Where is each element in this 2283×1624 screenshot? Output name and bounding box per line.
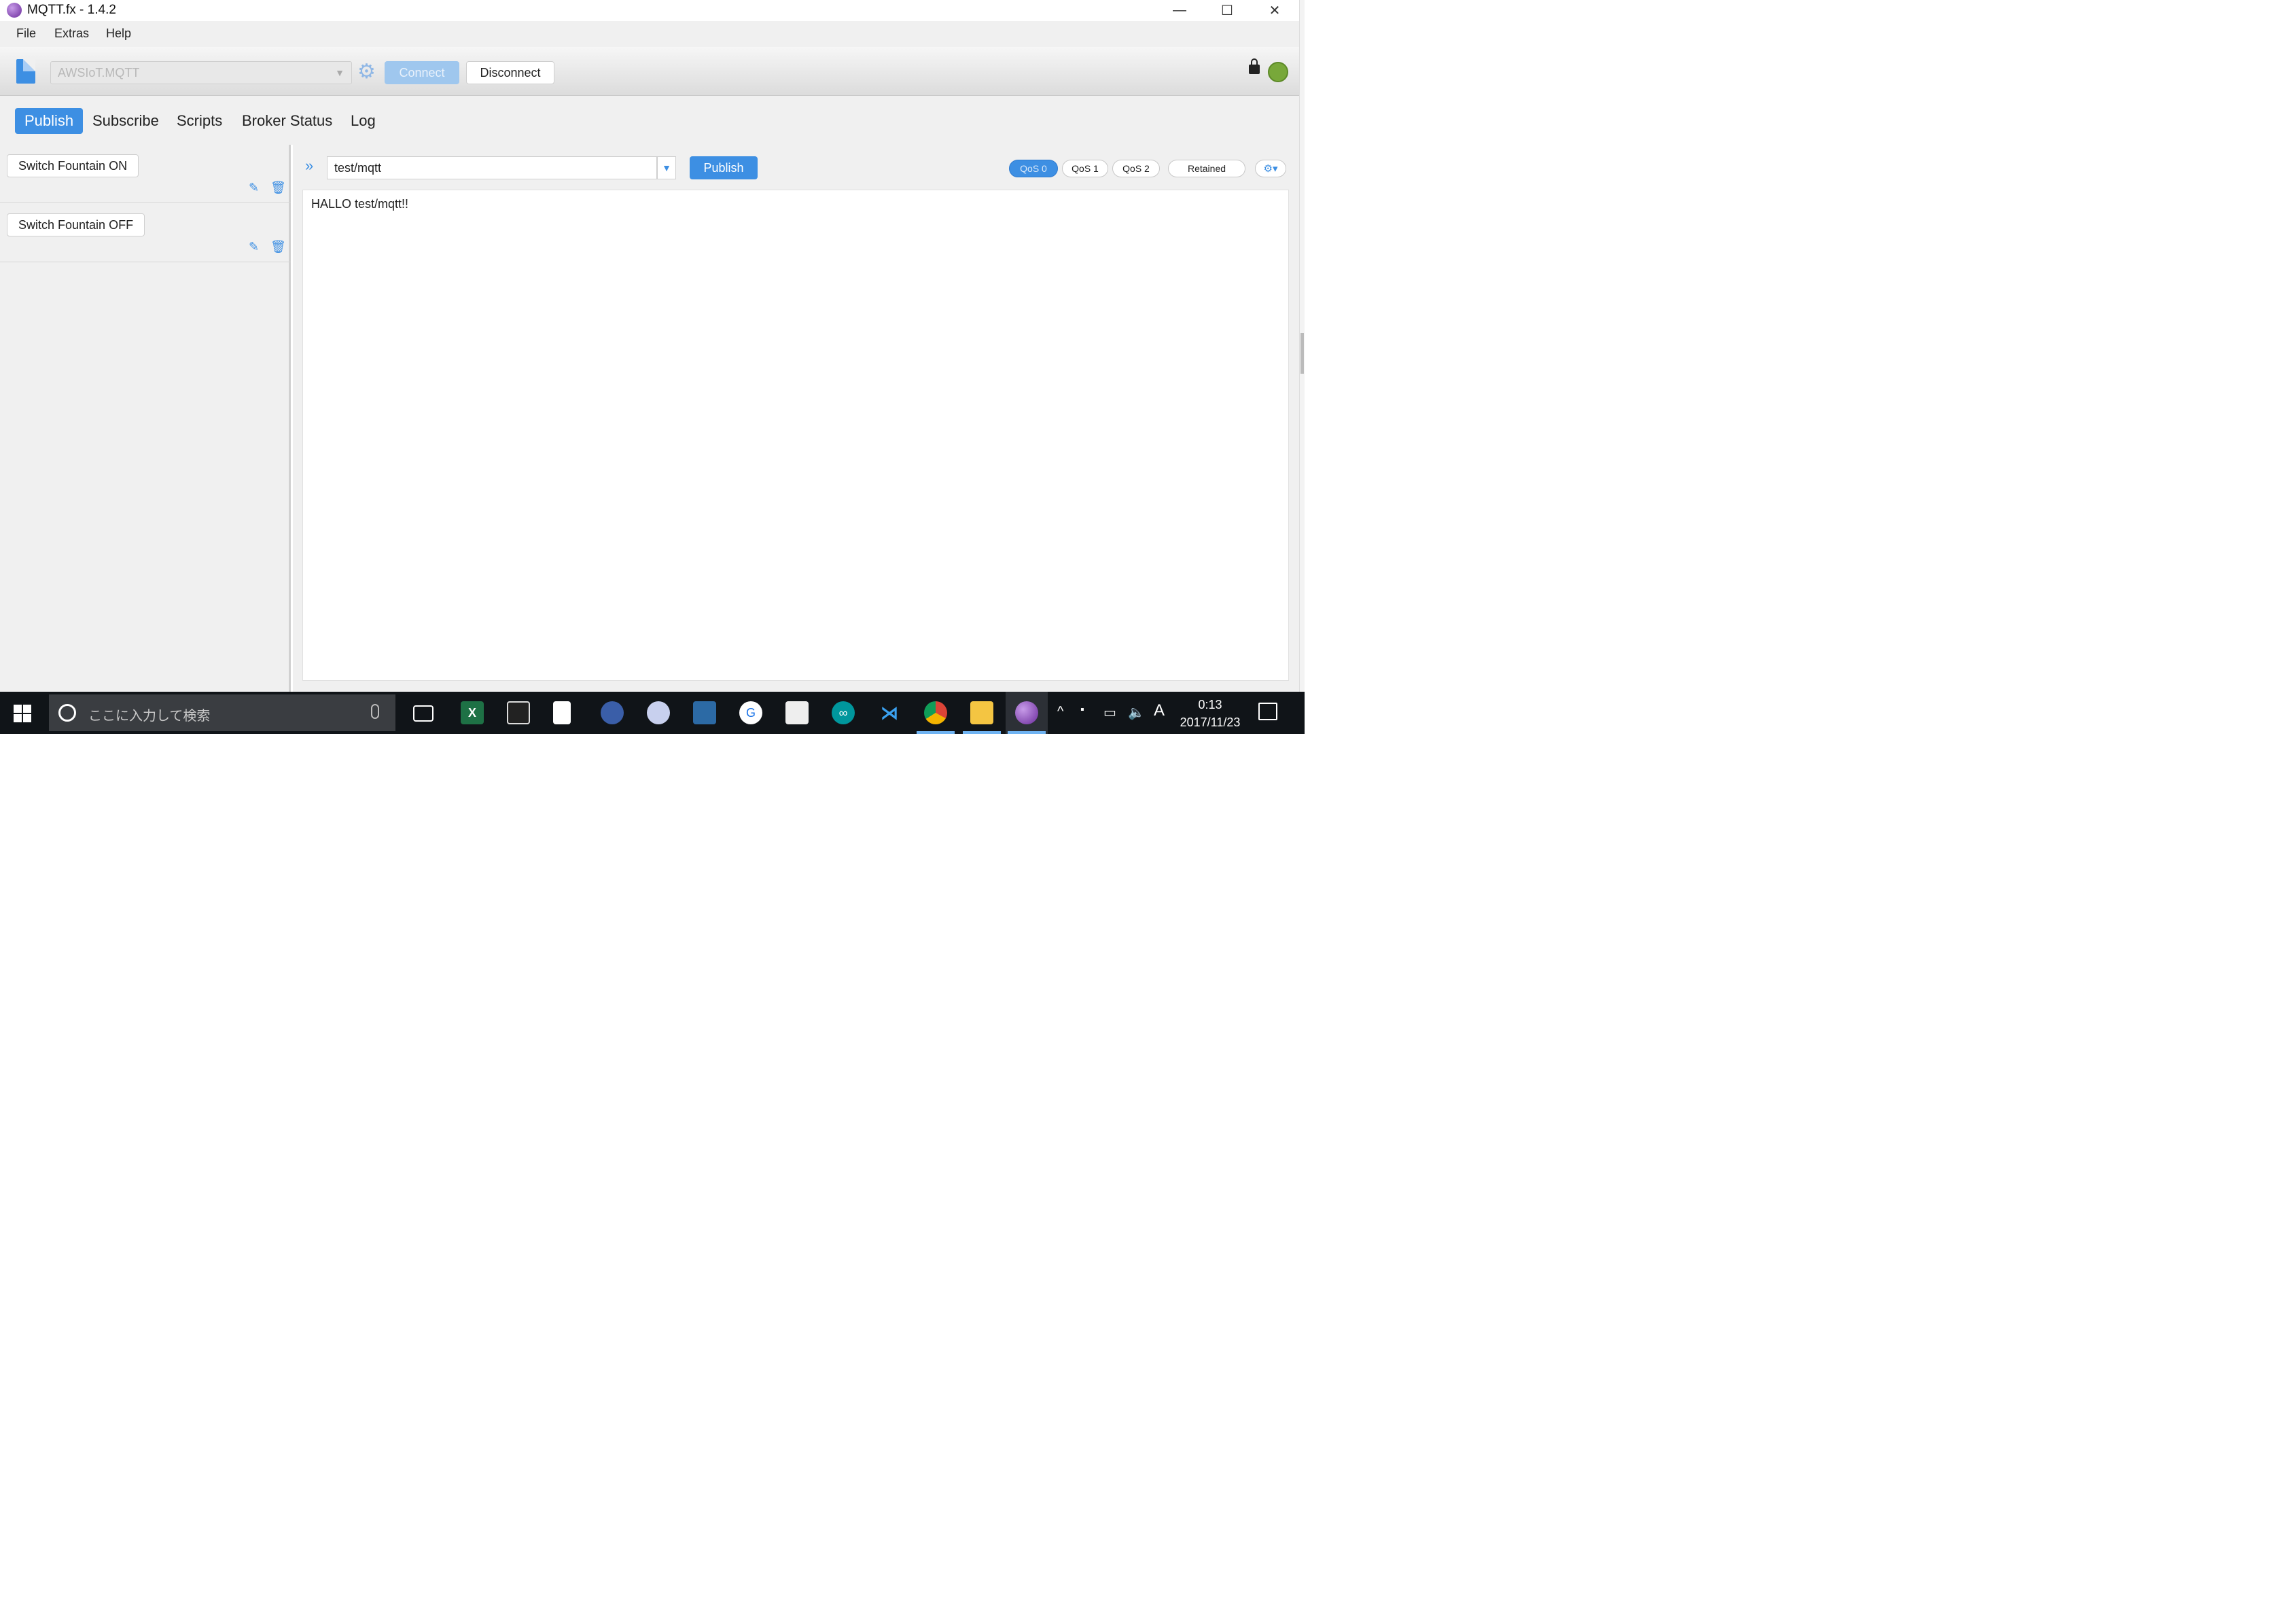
qos0-toggle[interactable]: QoS 0	[1009, 160, 1058, 177]
chrome-running-indicator	[917, 731, 955, 734]
window-scrollbar[interactable]	[1299, 0, 1305, 692]
action-center-icon[interactable]	[1258, 703, 1277, 720]
edit-icon[interactable]: ✎	[249, 241, 261, 253]
topic-input[interactable]: test/mqtt	[327, 156, 657, 179]
connection-status-indicator	[1268, 62, 1288, 82]
mqttfx-running-indicator	[1008, 731, 1046, 734]
disconnect-button[interactable]: Disconnect	[466, 61, 554, 84]
gear-icon[interactable]: ⚙	[357, 60, 376, 84]
saved-message-button[interactable]: Switch Fountain OFF	[7, 213, 145, 236]
menu-bar: File Extras Help	[0, 21, 1299, 47]
connect-button[interactable]: Connect	[385, 61, 459, 84]
chrome-icon[interactable]	[924, 701, 947, 724]
explorer-running-indicator	[963, 731, 1001, 734]
file-explorer-icon[interactable]	[970, 701, 993, 724]
tray-app-icon[interactable]: ▪	[1080, 704, 1084, 716]
mqttfx-window: MQTT.fx - 1.4.2 — ☐ ✕ File Extras Help A…	[0, 0, 1305, 734]
connection-profile-value: AWSIoT.MQTT	[58, 66, 140, 80]
scrollbar-thumb[interactable]	[1300, 333, 1304, 374]
database-app-icon[interactable]	[693, 701, 716, 724]
trash-icon[interactable]: 🗑	[270, 241, 286, 253]
settings-dropdown-icon[interactable]: ⚙▾	[1255, 160, 1286, 177]
main-tabs: Publish Subscribe Scripts Broker Status …	[0, 96, 1299, 145]
vscode-icon[interactable]: ⋊	[878, 701, 901, 724]
microphone-icon[interactable]	[371, 704, 379, 719]
search-placeholder: ここに入力して検索	[88, 709, 211, 724]
cat-app-icon[interactable]	[785, 701, 809, 724]
close-button[interactable]: ✕	[1252, 0, 1298, 21]
window-title: MQTT.fx - 1.4.2	[27, 3, 116, 17]
mqttfx-app-icon	[7, 3, 22, 18]
tab-publish[interactable]: Publish	[15, 108, 84, 134]
clock-time: 0:13	[1198, 698, 1222, 711]
list-item: Switch Fountain OFF ✎ 🗑	[0, 204, 291, 262]
qos2-toggle[interactable]: QoS 2	[1112, 160, 1160, 177]
maximize-button[interactable]: ☐	[1204, 0, 1250, 21]
saved-messages-pane: Switch Fountain ON ✎ 🗑 Switch Fountain O…	[0, 145, 291, 692]
title-bar: MQTT.fx - 1.4.2 — ☐ ✕	[0, 0, 1299, 21]
tab-subscribe[interactable]: Subscribe	[83, 108, 169, 134]
terminal-icon[interactable]	[507, 701, 530, 724]
volume-muted-icon[interactable]: 🔈	[1128, 704, 1145, 721]
double-chevron-right-icon[interactable]: »	[305, 157, 313, 175]
paint-app-icon[interactable]	[647, 701, 670, 724]
publish-editor: » test/mqtt ▼ Publish QoS 0 QoS 1 QoS 2 …	[293, 145, 1299, 692]
clock-date: 2017/11/23	[1180, 716, 1241, 729]
taskbar-search-box[interactable]: ここに入力して検索	[49, 694, 395, 731]
battery-icon[interactable]: ▭	[1103, 704, 1116, 721]
saved-message-button[interactable]: Switch Fountain ON	[7, 154, 139, 177]
connection-toolbar: AWSIoT.MQTT ▼ ⚙ Connect Disconnect	[0, 47, 1299, 96]
windows-taskbar: ここに入力して検索 X G ∞ ⋊ ^ ▪ ▭ 🔈 A 0:13 2017/11…	[0, 692, 1305, 734]
ime-indicator[interactable]: A	[1154, 701, 1165, 720]
menu-file[interactable]: File	[16, 27, 36, 41]
tab-broker-status[interactable]: Broker Status	[232, 108, 342, 134]
chevron-down-icon[interactable]: ▼	[657, 156, 676, 179]
lock-icon	[1249, 58, 1260, 74]
mqttfx-taskbar-icon[interactable]	[1015, 701, 1038, 724]
tab-log[interactable]: Log	[341, 108, 385, 134]
taskbar-clock[interactable]: 0:13 2017/11/23	[1174, 696, 1246, 731]
menu-help[interactable]: Help	[106, 27, 131, 41]
retained-toggle[interactable]: Retained	[1168, 160, 1245, 177]
excel-icon[interactable]: X	[461, 701, 484, 724]
list-item: Switch Fountain ON ✎ 🗑	[0, 145, 291, 203]
chevron-down-icon: ▼	[335, 67, 344, 78]
qos1-toggle[interactable]: QoS 1	[1062, 160, 1108, 177]
edit-icon[interactable]: ✎	[249, 181, 261, 194]
menu-extras[interactable]: Extras	[54, 27, 89, 41]
edit-connection-profile-icon[interactable]	[16, 59, 35, 84]
payload-textarea[interactable]: HALLO test/mqtt!!	[302, 190, 1289, 681]
tab-scripts[interactable]: Scripts	[167, 108, 232, 134]
chevron-up-icon[interactable]: ^	[1057, 704, 1063, 720]
cortana-icon	[58, 704, 76, 722]
minimize-button[interactable]: —	[1156, 0, 1203, 21]
app-icon[interactable]: G	[739, 701, 762, 724]
publish-button[interactable]: Publish	[690, 156, 758, 179]
windows-start-icon[interactable]	[14, 705, 31, 722]
notes-app-icon[interactable]	[553, 701, 571, 724]
browser-app-icon[interactable]	[601, 701, 624, 724]
arduino-icon[interactable]: ∞	[832, 701, 855, 724]
trash-icon[interactable]: 🗑	[270, 181, 286, 194]
connection-profile-select[interactable]: AWSIoT.MQTT ▼	[50, 61, 352, 84]
task-view-icon[interactable]	[413, 705, 433, 722]
